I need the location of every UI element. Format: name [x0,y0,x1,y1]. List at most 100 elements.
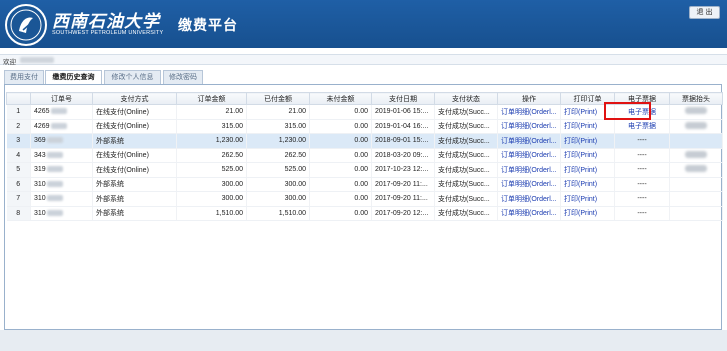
paid-amount-text: 300.00 [284,195,306,203]
tab-fee-payment[interactable]: 费用支付 [4,70,44,84]
history-panel: 订单号 支付方式 订单金额 已付金额 未付金额 支付日期 支付状态 操作 打印订… [4,84,723,330]
col-header-operation[interactable]: 操作 [497,92,561,105]
col-header-date[interactable]: 支付日期 [371,92,435,105]
bottom-bar [0,330,727,351]
paid-amount-text: 525.00 [284,166,306,174]
order-detail-link[interactable]: 订单明细(Orderl... [497,104,561,120]
payment-method-text: 在线支付(Online) [96,123,149,131]
print-link-text[interactable]: 打印(Print) [564,181,597,188]
university-name-en: SOUTHWEST PETROLEUM UNIVERSITY [52,30,164,36]
payment-status: 支付成功(Succ... [434,206,498,221]
redacted-receipt-title [685,121,707,129]
print-link-text[interactable]: 打印(Print) [564,167,597,174]
print-link[interactable]: 打印(Print) [560,119,615,134]
col-header-status[interactable]: 支付状态 [434,92,498,105]
e-receipt[interactable]: 电子票据 [614,119,670,134]
order-detail-link[interactable]: 订单明细(Orderl... [497,148,561,163]
unpaid-amount: 0.00 [309,104,372,120]
unpaid-amount-text: 0.00 [354,122,368,130]
print-link[interactable]: 打印(Print) [560,133,615,149]
order-amount: 262.50 [176,148,247,163]
tab-payment-history[interactable]: 缴费历史查询 [45,70,102,85]
col-header-receipt-title[interactable]: 票据抬头 [669,92,723,105]
order-number-text: 310 [34,209,46,217]
receipt-title [669,177,723,192]
e-receipt: ---- [614,148,670,163]
print-link-text[interactable]: 打印(Print) [564,196,597,203]
table-row[interactable]: 7 310 外部系统 300.00 300.00 0.00 2017-09-20 11:..… [6,191,723,207]
e-receipt-text: ---- [637,151,647,159]
row-number: 6 [6,177,31,192]
order-detail-link-text[interactable]: 订单明细(Orderl... [501,167,557,174]
col-header-method[interactable]: 支付方式 [92,92,177,105]
col-header-paid[interactable]: 已付金额 [246,92,310,105]
top-banner: 西南石油大学 SOUTHWEST PETROLEUM UNIVERSITY 缴费… [0,0,727,48]
table-row[interactable]: 5 319 在线支付(Online) 525.00 525.00 0.00 2017-10-… [6,162,723,178]
tab-change-password[interactable]: 修改密码 [163,70,203,84]
receipt-title [669,119,723,134]
table-row[interactable]: 6 310 外部系统 300.00 300.00 0.00 2017-09-20 11:..… [6,177,723,192]
order-amount: 300.00 [176,177,247,192]
col-header-amount[interactable]: 订单金额 [176,92,247,105]
order-detail-link[interactable]: 订单明细(Orderl... [497,191,561,207]
e-receipt: ---- [614,206,670,221]
print-link[interactable]: 打印(Print) [560,162,615,178]
order-detail-link-text[interactable]: 订单明细(Orderl... [501,181,557,188]
redacted-receipt-title [685,165,707,173]
row-number-text: 8 [16,209,21,217]
order-detail-link-text[interactable]: 订单明细(Orderl... [501,123,557,130]
unpaid-amount-text: 0.00 [354,108,368,116]
paid-amount: 21.00 [246,104,310,120]
row-number-text: 3 [16,137,21,145]
order-number-text: 310 [34,180,46,188]
paid-amount: 262.50 [246,148,310,163]
payment-method: 在线支付(Online) [92,148,177,163]
app-title: 缴费平台 [178,17,238,33]
e-receipt-highlight [604,102,651,120]
order-detail-link-text[interactable]: 订单明细(Orderl... [501,138,557,145]
order-detail-link[interactable]: 订单明细(Orderl... [497,133,561,149]
table-row[interactable]: 3 369 外部系统 1,230.00 1,230.00 0.00 2018-09-01 1… [6,133,723,149]
order-amount-text: 525.00 [221,166,243,174]
order-detail-link[interactable]: 订单明细(Orderl... [497,119,561,134]
payment-date: 2017-09-20 11:... [371,177,435,192]
print-link-text[interactable]: 打印(Print) [564,210,597,217]
print-link-text[interactable]: 打印(Print) [564,138,597,145]
row-number-text: 7 [16,195,21,203]
paid-amount-text: 21.00 [288,108,306,116]
order-amount: 21.00 [176,104,247,120]
exit-button[interactable]: 退 出 [689,6,720,19]
payment-date-text: 2019-01-04 16:... [375,122,429,130]
table-row[interactable]: 4 343 在线支付(Online) 262.50 262.50 0.00 2018-03-… [6,148,723,163]
tab-edit-profile[interactable]: 修改个人信息 [104,70,161,84]
payment-method: 外部系统 [92,206,177,221]
receipt-title [669,162,723,178]
row-number: 7 [6,191,31,207]
order-detail-link[interactable]: 订单明细(Orderl... [497,206,561,221]
col-header-order-no[interactable]: 订单号 [30,92,93,105]
print-link[interactable]: 打印(Print) [560,177,615,192]
table-row[interactable]: 2 4269 在线支付(Online) 315.00 315.00 0.00 2019-01… [6,119,723,134]
col-header-unpaid[interactable]: 未付金额 [309,92,372,105]
order-detail-link[interactable]: 订单明细(Orderl... [497,177,561,192]
order-detail-link[interactable]: 订单明细(Orderl... [497,162,561,178]
table-row[interactable]: 8 310 外部系统 1,510.00 1,510.00 0.00 2017-09-20 1… [6,206,723,221]
payment-method: 在线支付(Online) [92,162,177,178]
order-number-text: 319 [34,166,46,174]
print-link-text[interactable]: 打印(Print) [564,109,597,116]
unpaid-amount: 0.00 [309,177,372,192]
order-detail-link-text[interactable]: 订单明细(Orderl... [501,210,557,217]
order-amount: 525.00 [176,162,247,178]
order-detail-link-text[interactable]: 订单明细(Orderl... [501,109,557,116]
payment-method-text: 在线支付(Online) [96,152,149,160]
print-link[interactable]: 打印(Print) [560,191,615,207]
welcome-label: 欢迎 [3,59,16,66]
order-detail-link-text[interactable]: 订单明细(Orderl... [501,152,557,159]
print-link-text[interactable]: 打印(Print) [564,123,597,130]
print-link-text[interactable]: 打印(Print) [564,152,597,159]
print-link[interactable]: 打印(Print) [560,148,615,163]
print-link[interactable]: 打印(Print) [560,206,615,221]
unpaid-amount-text: 0.00 [354,180,368,188]
e-receipt-text[interactable]: 电子票据 [628,123,656,130]
order-detail-link-text[interactable]: 订单明细(Orderl... [501,196,557,203]
